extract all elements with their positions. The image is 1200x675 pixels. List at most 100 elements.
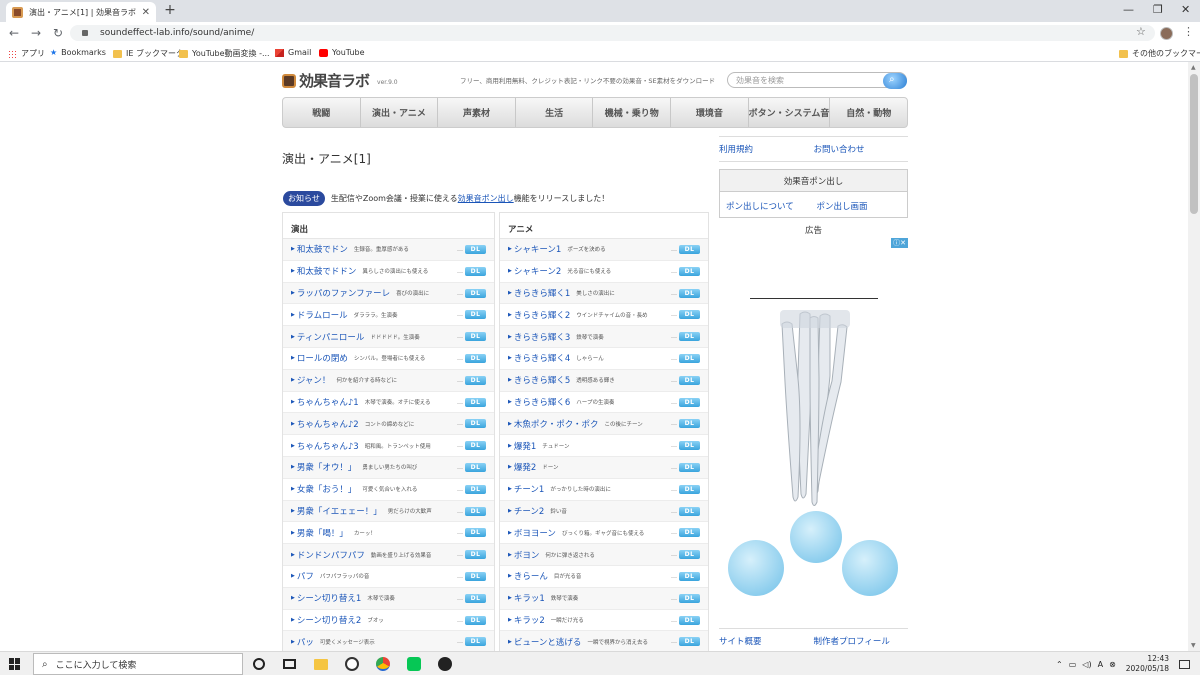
more-dots[interactable]: … bbox=[671, 246, 677, 253]
more-dots[interactable]: … bbox=[457, 508, 463, 515]
ime-status-icon[interactable]: ⊗ bbox=[1109, 660, 1116, 669]
more-dots[interactable]: … bbox=[457, 268, 463, 275]
creator-profile-link[interactable]: 制作者プロフィール bbox=[814, 635, 909, 647]
download-button[interactable]: DL bbox=[465, 528, 486, 538]
sound-link[interactable]: きらきら輝く6 bbox=[514, 396, 570, 408]
sound-link[interactable]: ドラムロール bbox=[297, 309, 348, 321]
sound-link[interactable]: きらきら輝く2 bbox=[514, 309, 570, 321]
more-dots[interactable]: … bbox=[457, 355, 463, 362]
download-button[interactable]: DL bbox=[679, 288, 700, 298]
download-button[interactable]: DL bbox=[465, 353, 486, 363]
sound-link[interactable]: 和太鼓でドドン bbox=[297, 265, 357, 277]
sound-link[interactable]: ちゃんちゃん♪1 bbox=[297, 396, 359, 408]
download-button[interactable]: DL bbox=[465, 310, 486, 320]
sound-link[interactable]: ジャン！ bbox=[297, 374, 331, 386]
download-button[interactable]: DL bbox=[465, 266, 486, 276]
bookmark-youtube[interactable]: YouTube bbox=[319, 48, 365, 57]
more-dots[interactable]: … bbox=[671, 311, 677, 318]
sound-link[interactable]: 和太鼓でドン bbox=[297, 243, 348, 255]
close-tab-icon[interactable]: ✕ bbox=[142, 7, 150, 18]
profile-avatar[interactable] bbox=[1160, 27, 1173, 40]
download-button[interactable]: DL bbox=[465, 245, 486, 254]
more-dots[interactable]: … bbox=[457, 595, 463, 602]
nav-environment[interactable]: 環境音 bbox=[671, 98, 749, 127]
more-dots[interactable]: … bbox=[671, 268, 677, 275]
download-button[interactable]: DL bbox=[679, 441, 700, 451]
clock[interactable]: 12:43 2020/05/18 bbox=[1126, 654, 1169, 674]
sound-link[interactable]: 爆発2 bbox=[514, 461, 536, 473]
more-dots[interactable]: … bbox=[457, 464, 463, 471]
download-button[interactable]: DL bbox=[465, 593, 486, 603]
search-input[interactable]: 効果音を検索 bbox=[727, 72, 907, 88]
contact-link[interactable]: お問い合わせ bbox=[814, 143, 909, 155]
bookmark-youtube-convert[interactable]: YouTube動画変換 -... bbox=[179, 48, 270, 59]
more-dots[interactable]: … bbox=[457, 573, 463, 580]
sound-link[interactable]: 男衆「イエェェー！」 bbox=[297, 505, 382, 517]
download-button[interactable]: DL bbox=[679, 419, 700, 429]
sound-link[interactable]: 爆発1 bbox=[514, 440, 536, 452]
download-button[interactable]: DL bbox=[679, 506, 700, 516]
more-dots[interactable]: … bbox=[671, 464, 677, 471]
reload-icon[interactable]: ↻ bbox=[47, 26, 69, 40]
bookmark-gmail[interactable]: Gmail bbox=[275, 48, 311, 57]
download-button[interactable]: DL bbox=[465, 288, 486, 298]
address-bar[interactable]: soundeffect-lab.info/sound/anime/ bbox=[70, 25, 1155, 41]
scroll-up-icon[interactable]: ▲ bbox=[1191, 64, 1196, 71]
download-button[interactable]: DL bbox=[679, 397, 700, 407]
sound-link[interactable]: ボヨヨーン bbox=[514, 527, 556, 539]
nav-effects-anime[interactable]: 演出・アニメ bbox=[361, 98, 439, 127]
download-button[interactable]: DL bbox=[679, 593, 700, 603]
forward-icon[interactable]: → bbox=[25, 26, 47, 40]
more-dots[interactable]: … bbox=[457, 617, 463, 624]
more-dots[interactable]: … bbox=[457, 290, 463, 297]
sound-link[interactable]: 男衆「オウ！」 bbox=[297, 461, 357, 473]
sound-link[interactable]: きらーん bbox=[514, 570, 548, 582]
sound-link[interactable]: シーン切り替え2 bbox=[297, 614, 361, 626]
more-dots[interactable]: … bbox=[671, 333, 677, 340]
download-button[interactable]: DL bbox=[679, 637, 700, 647]
close-window-icon[interactable]: ✕ bbox=[1181, 3, 1190, 16]
sound-link[interactable]: 女衆「おう！」 bbox=[297, 483, 357, 495]
download-button[interactable]: DL bbox=[465, 637, 486, 647]
download-button[interactable]: DL bbox=[465, 441, 486, 451]
more-dots[interactable]: … bbox=[457, 551, 463, 558]
download-button[interactable]: DL bbox=[679, 550, 700, 560]
taskbar-search-input[interactable]: ⌕ ここに入力して検索 bbox=[33, 653, 243, 675]
more-dots[interactable]: … bbox=[457, 529, 463, 536]
nav-nature-animal[interactable]: 自然・動物 bbox=[830, 98, 907, 127]
ime-indicator[interactable]: A bbox=[1098, 660, 1103, 669]
tray-chevron-icon[interactable]: ⌃ bbox=[1056, 660, 1063, 669]
sound-link[interactable]: きらきら輝く5 bbox=[514, 374, 570, 386]
pon-about-link[interactable]: ポン出しについて bbox=[726, 200, 817, 212]
sound-link[interactable]: シーン切り替え1 bbox=[297, 592, 361, 604]
sound-link[interactable]: ビューンと逃げる bbox=[514, 636, 582, 648]
sound-link[interactable]: ボヨン bbox=[514, 549, 540, 561]
nav-life[interactable]: 生活 bbox=[516, 98, 594, 127]
more-dots[interactable]: … bbox=[457, 638, 463, 645]
sound-link[interactable]: キラッ2 bbox=[514, 614, 545, 626]
download-button[interactable]: DL bbox=[465, 462, 486, 472]
more-dots[interactable]: … bbox=[671, 638, 677, 645]
more-dots[interactable]: … bbox=[671, 377, 677, 384]
download-button[interactable]: DL bbox=[679, 266, 700, 276]
download-button[interactable]: DL bbox=[465, 332, 486, 342]
nav-battle[interactable]: 戦闘 bbox=[283, 98, 361, 127]
file-explorer-icon[interactable] bbox=[314, 659, 328, 670]
nav-button-system[interactable]: ボタン・システム音 bbox=[749, 98, 831, 127]
restore-icon[interactable]: ❐ bbox=[1153, 3, 1163, 16]
browser-menu-icon[interactable]: ⋮ bbox=[1183, 25, 1194, 38]
bookmark-star-icon[interactable]: ☆ bbox=[1136, 25, 1146, 38]
bookmark-bookmarks[interactable]: ★ Bookmarks bbox=[50, 48, 106, 57]
nav-machine[interactable]: 機械・乗り物 bbox=[593, 98, 672, 127]
sound-link[interactable]: パッ bbox=[297, 636, 314, 648]
download-button[interactable]: DL bbox=[679, 310, 700, 320]
sound-link[interactable]: ティンパニロール bbox=[297, 331, 365, 343]
scrollbar-thumb[interactable] bbox=[1190, 74, 1198, 214]
sound-link[interactable]: 木魚ポク・ポク・ポク bbox=[514, 418, 599, 430]
more-dots[interactable]: … bbox=[457, 399, 463, 406]
more-dots[interactable]: … bbox=[671, 442, 677, 449]
volume-icon[interactable]: ◁) bbox=[1082, 660, 1091, 669]
sound-link[interactable]: ラッパのファンファーレ bbox=[297, 287, 390, 299]
sound-link[interactable]: チーン2 bbox=[514, 505, 544, 517]
chrome-taskbar-icon[interactable] bbox=[376, 657, 390, 671]
